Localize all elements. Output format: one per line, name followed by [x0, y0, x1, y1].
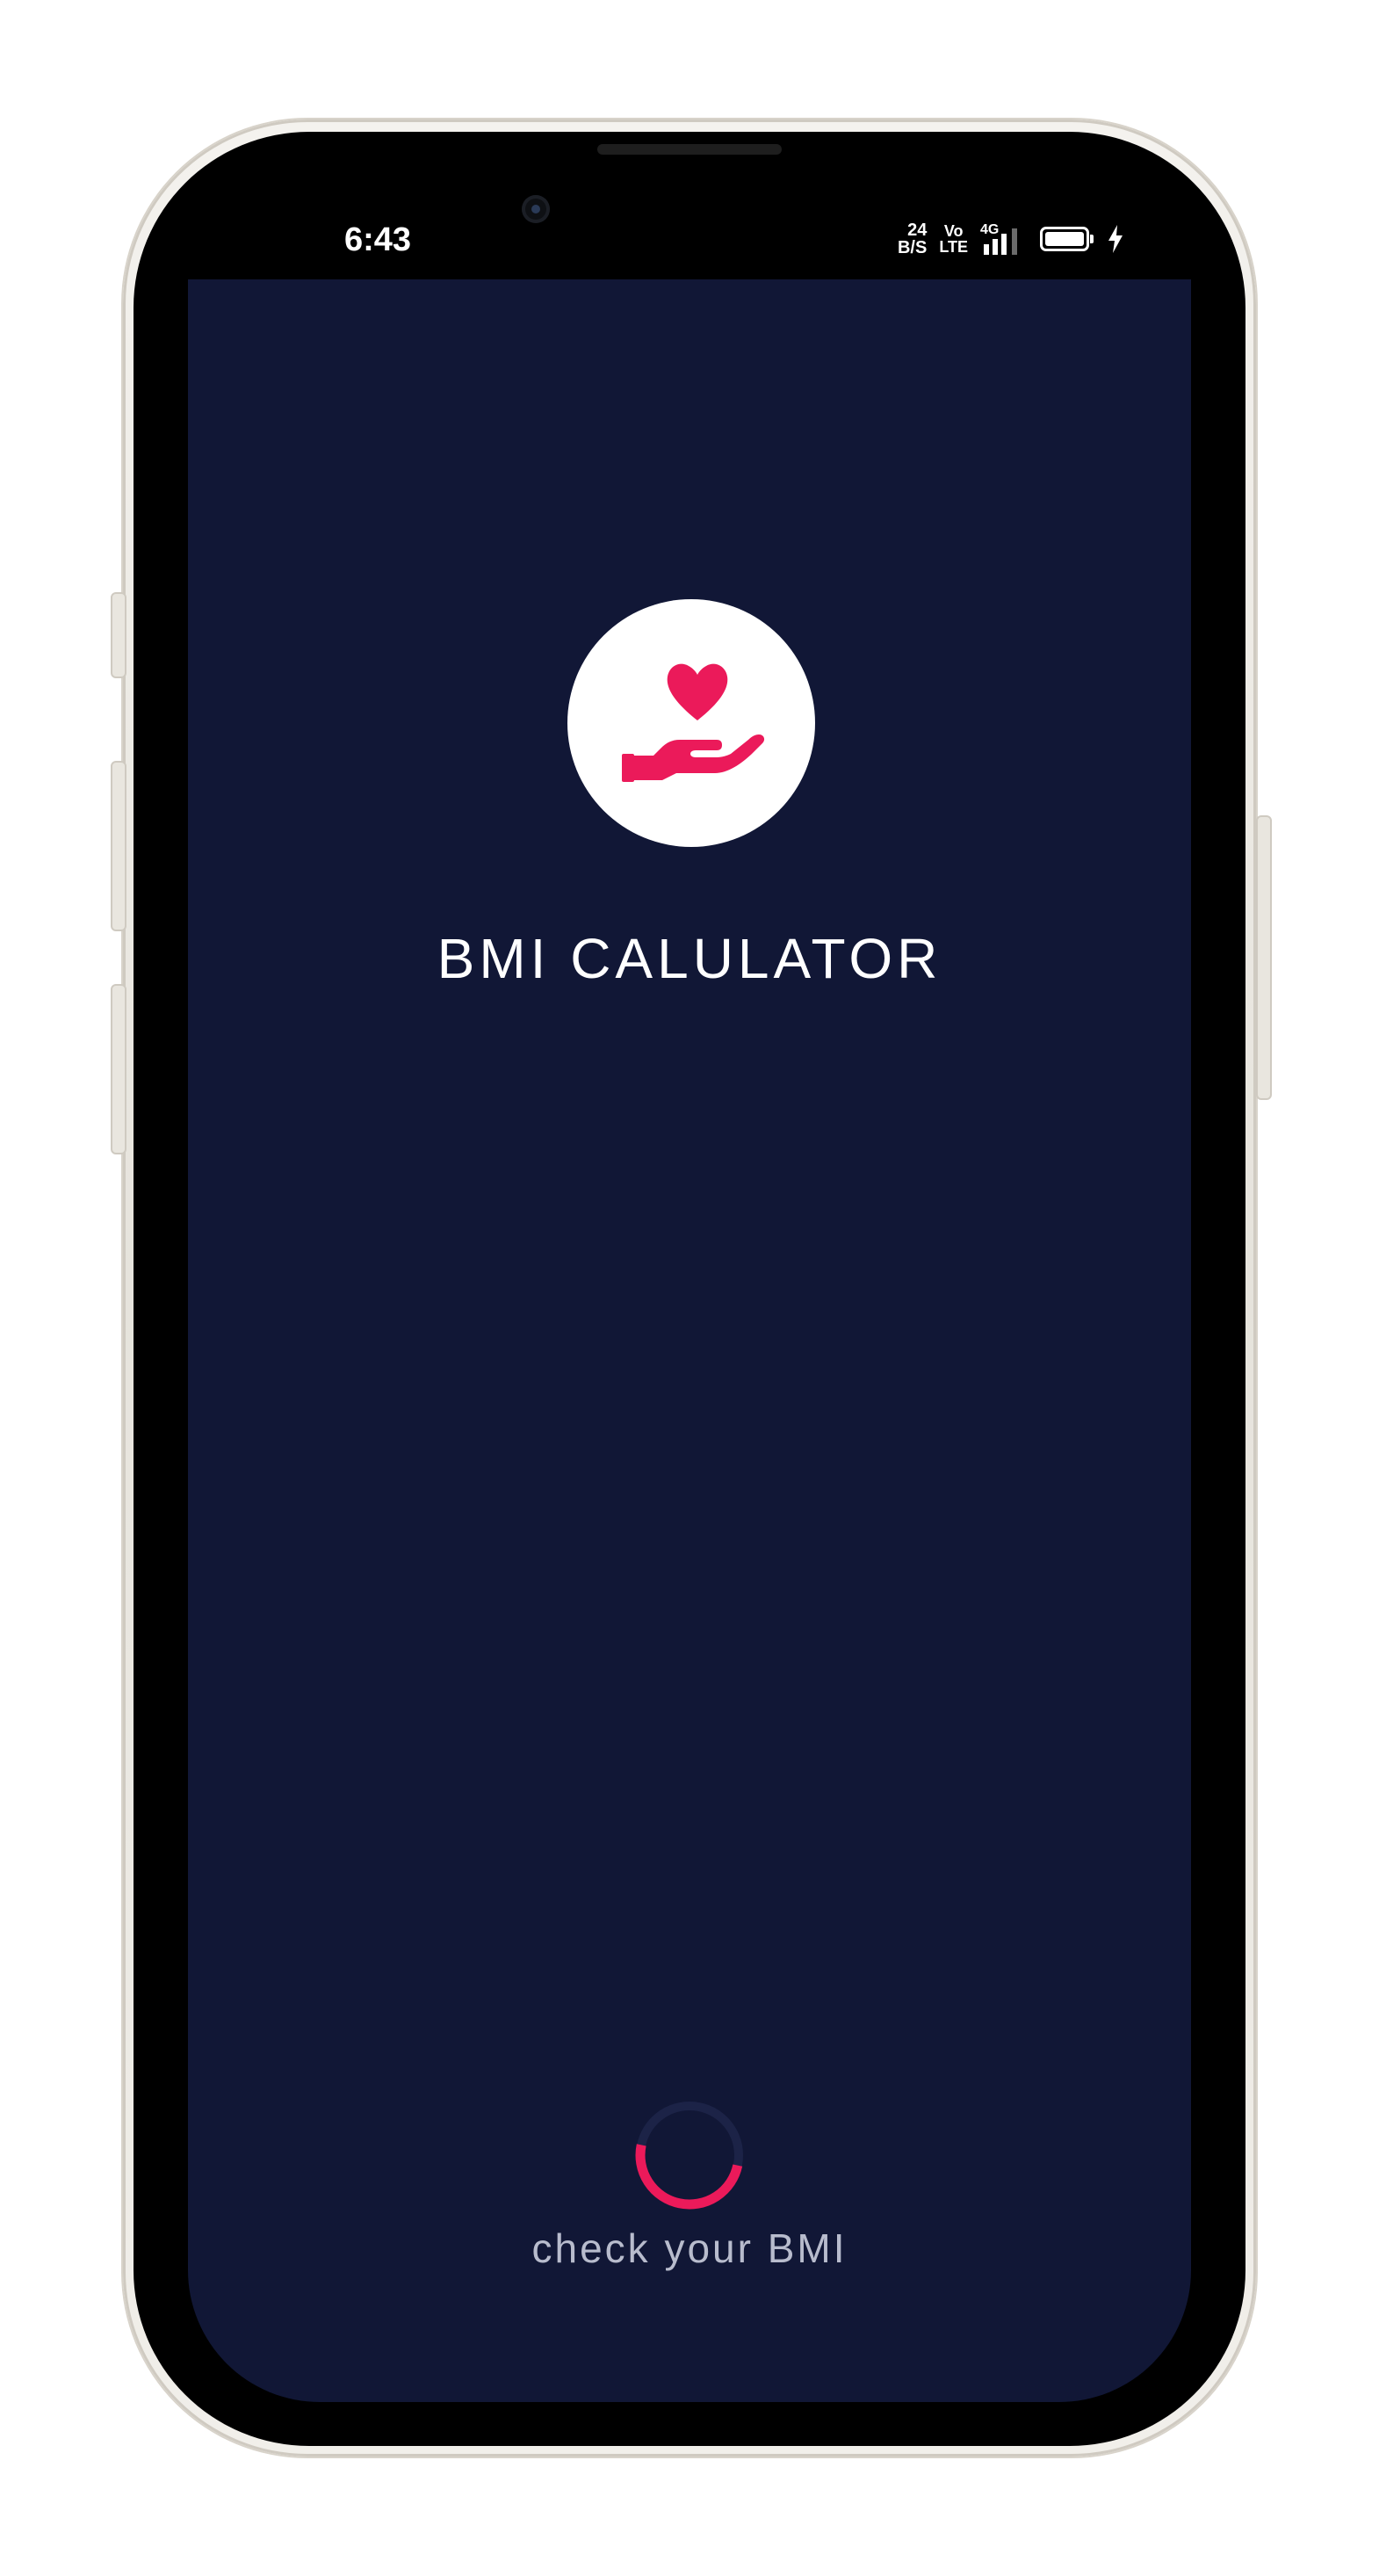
battery-icon: [1040, 227, 1094, 251]
loading-tagline: check your BMI: [531, 2225, 848, 2271]
network-speed: 24 B/S: [898, 221, 927, 257]
status-icons: 24 B/S Vo LTE 4G: [898, 221, 1124, 257]
spinner-icon: [635, 2102, 743, 2210]
volte-indicator: Vo LTE: [939, 223, 968, 255]
power-button: [1256, 815, 1272, 1100]
app-logo: [567, 599, 815, 847]
heart-in-hand-icon: [622, 663, 765, 782]
network-speed-value: 24: [907, 221, 928, 240]
volte-bottom: LTE: [939, 238, 968, 256]
volume-silent-switch: [111, 592, 126, 678]
status-time: 6:43: [344, 221, 412, 258]
network-type: 4G: [980, 222, 1000, 237]
network-speed-unit: B/S: [897, 238, 928, 257]
signal-icon: 4G: [980, 223, 1028, 255]
front-camera: [522, 195, 550, 223]
volume-up-button: [111, 761, 126, 931]
volte-top: Vo: [943, 222, 964, 240]
splash-screen: BMI CALULATOR check your BMI: [188, 279, 1191, 2402]
volume-down-button: [111, 984, 126, 1154]
charging-icon: [1108, 225, 1123, 253]
earpiece-speaker: [597, 144, 782, 155]
app-title: BMI CALULATOR: [437, 927, 942, 990]
